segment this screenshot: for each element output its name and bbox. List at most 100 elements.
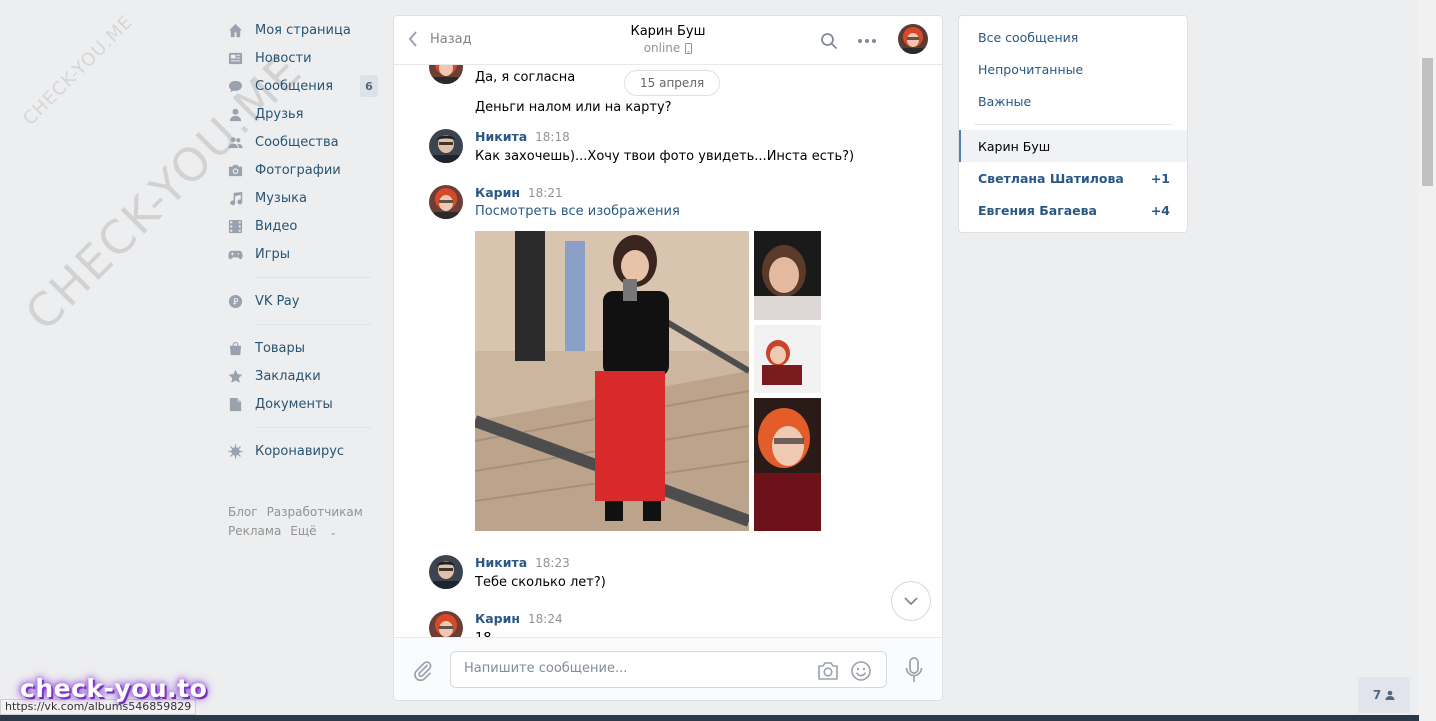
video-icon: [228, 219, 243, 234]
nav-label: Сообщества: [255, 134, 339, 150]
unread-count: +1: [1150, 170, 1170, 186]
camera-icon: [228, 163, 243, 178]
brand-watermark: check-you.to: [20, 674, 208, 703]
more-icon[interactable]: [857, 32, 877, 50]
message-input[interactable]: [464, 661, 804, 676]
message-composer: [394, 637, 942, 700]
nav-item-vkpay[interactable]: VK Pay: [228, 287, 378, 315]
friends-online-button[interactable]: 7: [1358, 677, 1410, 713]
search-icon[interactable]: [820, 32, 838, 50]
peer-avatar[interactable]: [898, 24, 928, 54]
left-navigation: Моя страница Новости Сообщения 6 Друзья …: [228, 16, 378, 543]
conversation-name: Карин Буш: [978, 138, 1051, 154]
conversation-item[interactable]: Светлана Шатилова +1: [959, 162, 1187, 194]
footer-more-label: Ещё: [290, 524, 317, 538]
nav-item-bookmarks[interactable]: Закладки: [228, 362, 378, 390]
conversation-name: Евгения Багаева: [978, 202, 1097, 218]
nav-item-friends[interactable]: Друзья: [228, 100, 378, 128]
news-icon: [228, 51, 243, 66]
virus-icon: [228, 443, 243, 459]
scroll-down-button[interactable]: [891, 581, 931, 621]
filter-all-messages[interactable]: Все сообщения: [978, 30, 1078, 45]
footer-link-more[interactable]: Ещё ⌄: [290, 524, 346, 538]
date-divider: 15 апреля: [624, 70, 721, 96]
photo-attachment[interactable]: [754, 325, 821, 393]
nav-item-groups[interactable]: Сообщества: [228, 128, 378, 156]
message-time[interactable]: 18:24: [528, 612, 563, 626]
conversation-name: Светлана Шатилова: [978, 170, 1124, 186]
avatar[interactable]: [429, 129, 463, 163]
conversation-item-active[interactable]: Карин Буш: [959, 130, 1187, 162]
chevron-down-icon: ⌄: [329, 528, 337, 538]
smile-icon[interactable]: [850, 660, 872, 682]
avatar[interactable]: [429, 65, 463, 84]
chat-panel: Назад Карин Буш online Да, я согласна Де…: [393, 15, 943, 701]
message-body: Карин 18:21 Посмотреть все изображения: [475, 185, 925, 219]
footer-link-blog[interactable]: Блог: [228, 505, 258, 519]
document-icon: [228, 397, 243, 412]
star-icon: [228, 369, 243, 384]
view-all-images-link[interactable]: Посмотреть все изображения: [475, 204, 925, 219]
messages-icon: [228, 79, 243, 94]
nav-item-video[interactable]: Видео: [228, 212, 378, 240]
message-author[interactable]: Карин: [475, 185, 520, 200]
photo-attachment[interactable]: [754, 231, 821, 320]
message-time[interactable]: 18:21: [528, 186, 563, 200]
message-author[interactable]: Карин: [475, 611, 520, 626]
conversation-item[interactable]: Евгения Багаева +4: [959, 194, 1187, 226]
nav-separator: [255, 324, 371, 325]
nav-item-music[interactable]: Музыка: [228, 184, 378, 212]
nav-footer: Блог Разработчикам Реклама Ещё ⌄: [228, 503, 378, 543]
message-author[interactable]: Никита: [475, 129, 527, 144]
nav-label: VK Pay: [255, 293, 300, 309]
nav-item-games[interactable]: Игры: [228, 240, 378, 268]
mobile-icon: [685, 42, 693, 54]
nav-item-news[interactable]: Новости: [228, 44, 378, 72]
message-body: Карин18:24 18: [475, 611, 925, 638]
nav-label: Друзья: [255, 106, 304, 122]
footer-link-ads[interactable]: Реклама: [228, 524, 281, 538]
filter-unread[interactable]: Непрочитанные: [978, 62, 1083, 77]
camera-icon[interactable]: [817, 660, 839, 682]
shop-icon: [228, 341, 243, 356]
message-body: Никита 18:18 Как захочешь)...Хочу твои фо…: [475, 129, 925, 166]
photo-attachment[interactable]: [754, 398, 821, 531]
avatar[interactable]: [429, 185, 463, 219]
message-time[interactable]: 18:18: [535, 130, 570, 144]
paperclip-icon[interactable]: [411, 659, 433, 681]
nav-item-my-page[interactable]: Моя страница: [228, 16, 378, 44]
nav-item-coronavirus[interactable]: Коронавирус: [228, 437, 378, 465]
message-history: Да, я согласна Деньги налом или на карту…: [394, 65, 942, 638]
page-scrollbar[interactable]: [1419, 0, 1436, 721]
nav-item-shop[interactable]: Товары: [228, 334, 378, 362]
chat-header: Назад Карин Буш online: [394, 16, 942, 65]
panel-separator: [974, 124, 1173, 125]
message-text: Деньги налом или на карту?: [475, 100, 672, 115]
message-time[interactable]: 18:23: [535, 556, 570, 570]
nav-item-photos[interactable]: Фотографии: [228, 156, 378, 184]
games-icon: [228, 247, 243, 262]
vkpay-icon: [228, 294, 243, 309]
messages-unread-badge: 6: [360, 75, 378, 97]
footer-link-developers[interactable]: Разработчикам: [267, 505, 363, 519]
nav-label: Видео: [255, 218, 298, 234]
microphone-icon[interactable]: [904, 657, 924, 683]
avatar[interactable]: [429, 555, 463, 589]
scrollbar-thumb[interactable]: [1422, 58, 1433, 186]
nav-label: Моя страница: [255, 22, 351, 38]
nav-label: Закладки: [255, 368, 321, 384]
nav-item-documents[interactable]: Документы: [228, 390, 378, 418]
unread-count: +4: [1150, 202, 1170, 218]
avatar[interactable]: [429, 611, 463, 638]
nav-label: Фотографии: [255, 162, 341, 178]
friends-icon: [228, 107, 243, 122]
photo-attachment-large[interactable]: [475, 231, 749, 531]
nav-label: Товары: [255, 340, 306, 356]
nav-label: Сообщения: [255, 78, 334, 94]
music-icon: [228, 191, 243, 206]
messages-filter-panel: Все сообщения Непрочитанные Важные Карин…: [958, 15, 1188, 233]
nav-item-messages[interactable]: Сообщения 6: [228, 72, 378, 100]
filter-important[interactable]: Важные: [978, 94, 1031, 109]
nav-label: Коронавирус: [255, 443, 345, 459]
message-author[interactable]: Никита: [475, 555, 527, 570]
